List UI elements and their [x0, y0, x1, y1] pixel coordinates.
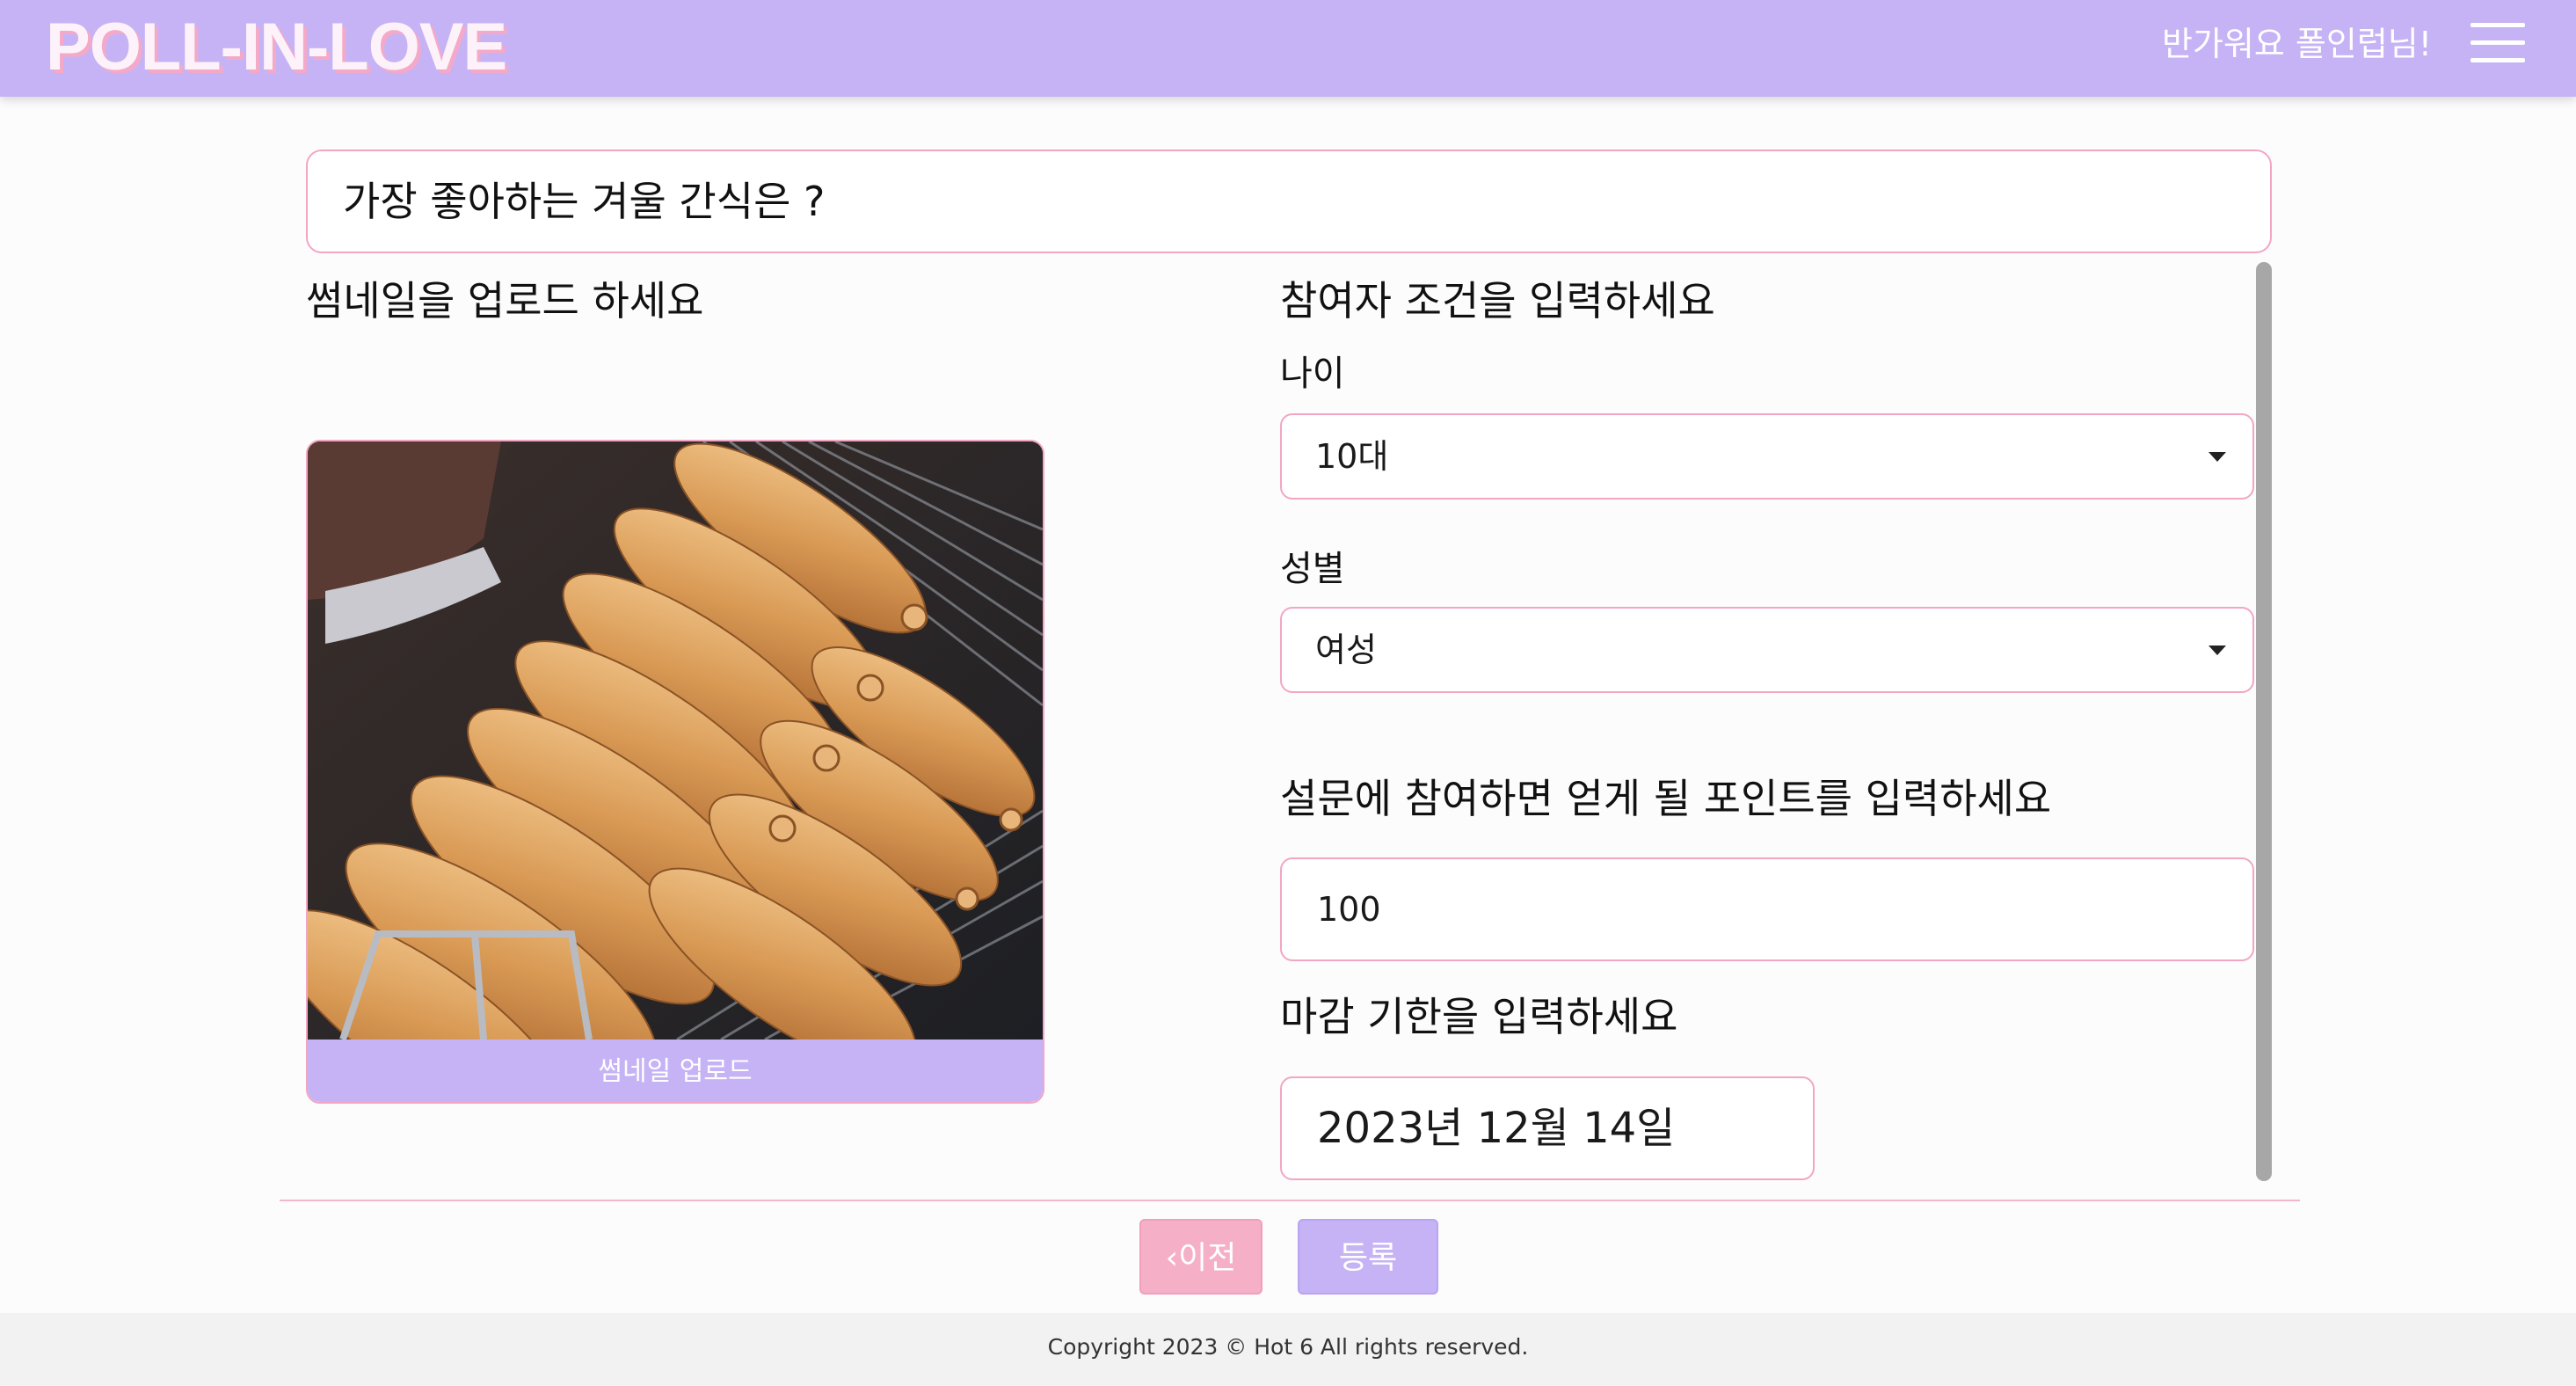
thumbnail-image	[308, 441, 1043, 1040]
app-header: POLL-IN-LOVE 반가워요 폴인럽님!	[0, 0, 2576, 97]
thumbnail-upload-button[interactable]: 썸네일 업로드	[308, 1040, 1043, 1102]
age-select[interactable]: 10대	[1280, 413, 2254, 500]
footer: Copyright 2023 © Hot 6 All rights reserv…	[0, 1313, 2576, 1386]
gender-select[interactable]: 여성	[1280, 607, 2254, 693]
logo[interactable]: POLL-IN-LOVE	[46, 9, 507, 86]
age-select-value: 10대	[1315, 437, 1389, 476]
dropdown-caret-icon	[2209, 452, 2226, 462]
poll-title-input[interactable]: 가장 좋아하는 겨울 간식은 ?	[306, 150, 2272, 253]
points-input[interactable]: 100	[1280, 857, 2254, 961]
prev-button-label: 이전	[1178, 1240, 1237, 1276]
dropdown-caret-icon	[2209, 646, 2226, 655]
gender-label: 성별	[1280, 549, 1345, 589]
deadline-heading: 마감 기한을 입력하세요	[1280, 993, 1678, 1040]
gender-select-value: 여성	[1315, 631, 1377, 669]
form-scrollbar[interactable]	[2256, 262, 2272, 1181]
hamburger-menu-icon[interactable]	[2470, 23, 2525, 63]
greeting-text: 반가워요 폴인럽님!	[2162, 25, 2432, 63]
thumbnail-card: 썸네일 업로드	[306, 440, 1044, 1104]
thumbnail-heading: 썸네일을 업로드 하세요	[306, 277, 704, 325]
deadline-input[interactable]: 2023년 12월 14일	[1280, 1076, 1815, 1180]
age-label: 나이	[1280, 354, 1345, 394]
copyright-text: Copyright 2023 © Hot 6 All rights reserv…	[1047, 1334, 1529, 1360]
submit-button[interactable]: 등록	[1298, 1219, 1438, 1295]
conditions-heading: 참여자 조건을 입력하세요	[1280, 277, 1715, 325]
points-heading: 설문에 참여하면 얻게 될 포인트를 입력하세요	[1280, 775, 2052, 822]
divider	[280, 1200, 2300, 1201]
prev-button[interactable]: ‹이전	[1139, 1219, 1263, 1295]
chevron-left-icon: ‹	[1165, 1240, 1179, 1276]
